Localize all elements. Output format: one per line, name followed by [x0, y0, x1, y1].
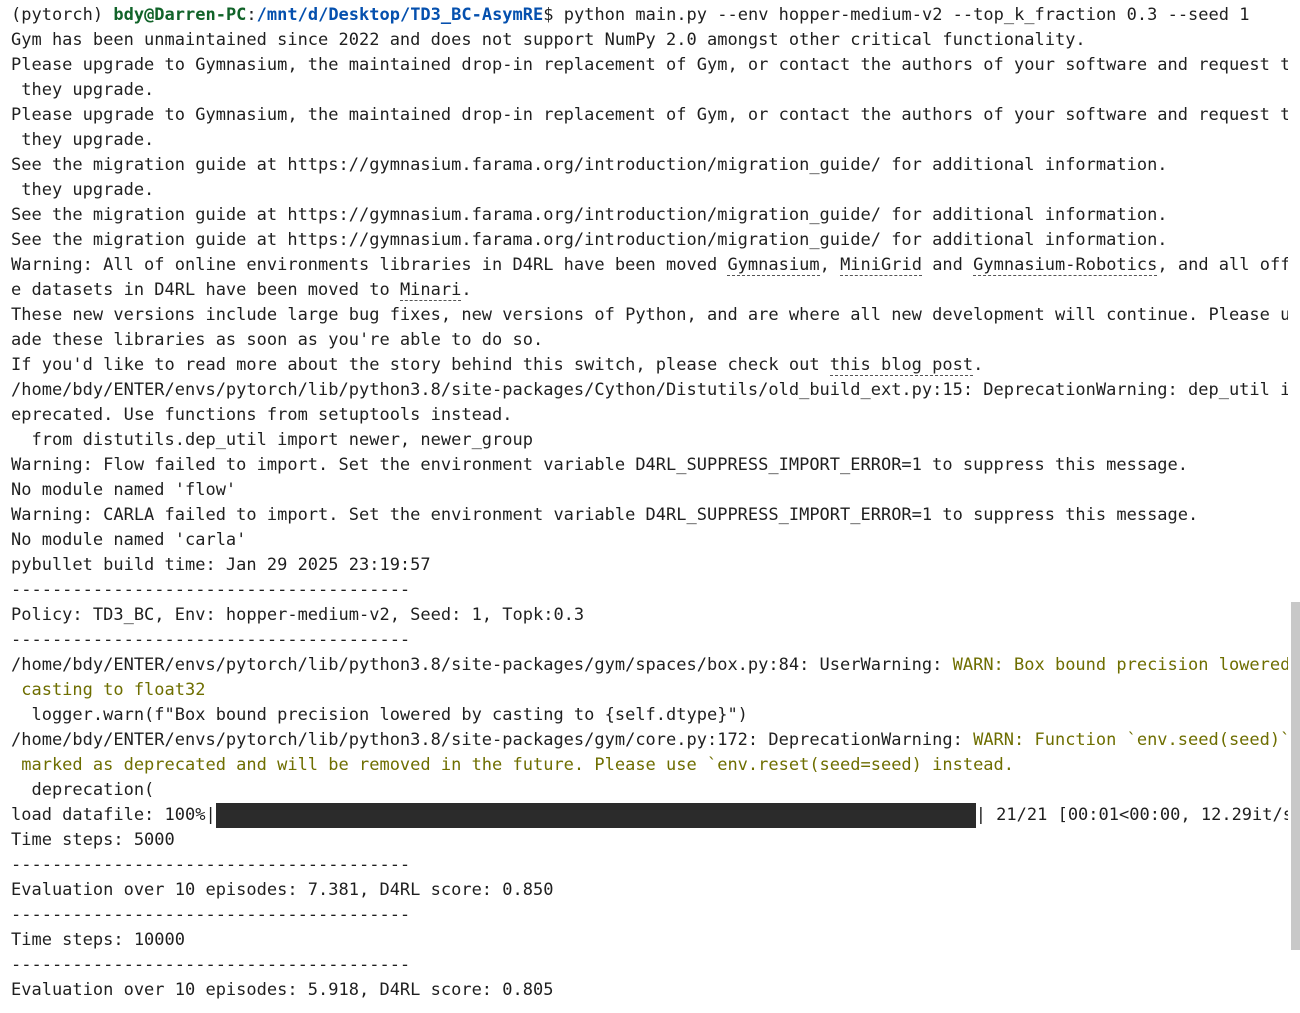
prompt-separator: : — [246, 5, 257, 25]
output-line: Gym has been unmaintained since 2022 and… — [11, 30, 1086, 50]
core-warning-line: /home/bdy/ENTER/envs/pytorch/lib/python3… — [11, 728, 1288, 753]
output-line: No module named 'carla' — [11, 530, 247, 550]
gymnasium-robotics-link[interactable]: Gymnasium-Robotics — [973, 255, 1158, 276]
separator-line: --------------------------------------- — [11, 905, 411, 925]
timesteps-line: Time steps: 5000 — [11, 830, 175, 850]
output-line: they upgrade. — [11, 80, 155, 100]
box-warning-line: /home/bdy/ENTER/envs/pytorch/lib/python3… — [11, 653, 1288, 678]
warn-message: WARN: Box bound precision lowered by — [952, 655, 1288, 675]
minigrid-link[interactable]: MiniGrid — [840, 255, 922, 276]
separator-line: --------------------------------------- — [11, 955, 411, 975]
vertical-scrollbar[interactable] — [1289, 0, 1300, 1013]
minari-link[interactable]: Minari — [399, 280, 462, 301]
output-line: See the migration guide at https://gymna… — [11, 205, 1168, 225]
progress-label: load datafile: 100%| — [11, 805, 216, 825]
progress-bar — [215, 803, 976, 828]
d4rl-warning-line-2: e datasets in D4RL have been moved to Mi… — [11, 278, 1288, 303]
output-line: These new versions include large bug fix… — [11, 305, 1288, 325]
blog-line: If you'd like to read more about the sto… — [11, 353, 1288, 378]
output-line: they upgrade. — [11, 130, 155, 150]
warning-text: Warning: All of online environments libr… — [11, 255, 728, 275]
output-line: /home/bdy/ENTER/envs/pytorch/lib/python3… — [11, 380, 1288, 400]
output-line: Please upgrade to Gymnasium, the maintai… — [11, 105, 1288, 125]
blog-text: . — [973, 355, 984, 375]
timesteps-line: Time steps: 10000 — [11, 930, 185, 950]
conda-env: (pytorch) — [11, 5, 114, 25]
warn-message-continued: casting to float32 — [11, 680, 206, 700]
command-text: python main.py --env hopper-medium-v2 --… — [563, 5, 1250, 25]
output-line: they upgrade. — [11, 180, 155, 200]
output-line: See the migration guide at https://gymna… — [11, 155, 1168, 175]
terminal-window[interactable]: (pytorch) bdy@Darren-PC:/mnt/d/Desktop/T… — [0, 0, 1288, 1013]
progress-stats: | 21/21 [00:01<00:00, 12.29it/s] — [975, 805, 1288, 825]
d4rl-warning-line: Warning: All of online environments libr… — [11, 253, 1288, 278]
output-line: Warning: CARLA failed to import. Set the… — [11, 505, 1199, 525]
warn-message: WARN: Function `env.seed(seed)` is — [973, 730, 1288, 750]
policy-line: Policy: TD3_BC, Env: hopper-medium-v2, S… — [11, 605, 585, 625]
prompt-dollar: $ — [543, 5, 564, 25]
warning-source: /home/bdy/ENTER/envs/pytorch/lib/python3… — [11, 730, 974, 750]
separator-text: , — [819, 255, 841, 275]
output-line: from distutils.dep_util import newer, ne… — [11, 430, 533, 450]
separator-line: --------------------------------------- — [11, 630, 411, 650]
warning-code-line: logger.warn(f"Box bound precision lowere… — [11, 705, 748, 725]
cwd-path: /mnt/d/Desktop/TD3_BC-AsymRE — [256, 5, 544, 25]
warn-message-continued: marked as deprecated and will be removed… — [11, 755, 1015, 775]
output-line: ade these libraries as soon as you're ab… — [11, 330, 544, 350]
warning-text: e datasets in D4RL have been moved to — [11, 280, 400, 300]
evaluation-line: Evaluation over 10 episodes: 5.918, D4RL… — [11, 980, 554, 1000]
scrollbar-thumb[interactable] — [1291, 602, 1300, 950]
progress-line: load datafile: 100%| | 21/21 [00:01<00:00… — [11, 803, 1288, 828]
output-line: See the migration guide at https://gymna… — [11, 230, 1168, 250]
output-line: Warning: Flow failed to import. Set the … — [11, 455, 1189, 475]
output-line: Please upgrade to Gymnasium, the maintai… — [11, 55, 1288, 75]
output-line: No module named 'flow' — [11, 480, 237, 500]
warning-text: , and all offlin — [1157, 255, 1288, 275]
warning-text: . — [461, 280, 472, 300]
blog-text: If you'd like to read more about the sto… — [11, 355, 830, 375]
output-line: eprecated. Use functions from setuptools… — [11, 405, 513, 425]
gymnasium-link[interactable]: Gymnasium — [727, 255, 820, 276]
separator-text: and — [921, 255, 974, 275]
warning-source: /home/bdy/ENTER/envs/pytorch/lib/python3… — [11, 655, 953, 675]
evaluation-line: Evaluation over 10 episodes: 7.381, D4RL… — [11, 880, 554, 900]
output-line: pybullet build time: Jan 29 2025 23:19:5… — [11, 555, 431, 575]
separator-line: --------------------------------------- — [11, 855, 411, 875]
user-host: bdy@Darren-PC — [113, 5, 247, 25]
separator-line: --------------------------------------- — [11, 580, 411, 600]
blog-post-link[interactable]: this blog post — [829, 355, 974, 376]
prompt-line: (pytorch) bdy@Darren-PC:/mnt/d/Desktop/T… — [11, 3, 1288, 28]
terminal-output: (pytorch) bdy@Darren-PC:/mnt/d/Desktop/T… — [11, 3, 1288, 1003]
warning-code-line: deprecation( — [11, 780, 155, 800]
